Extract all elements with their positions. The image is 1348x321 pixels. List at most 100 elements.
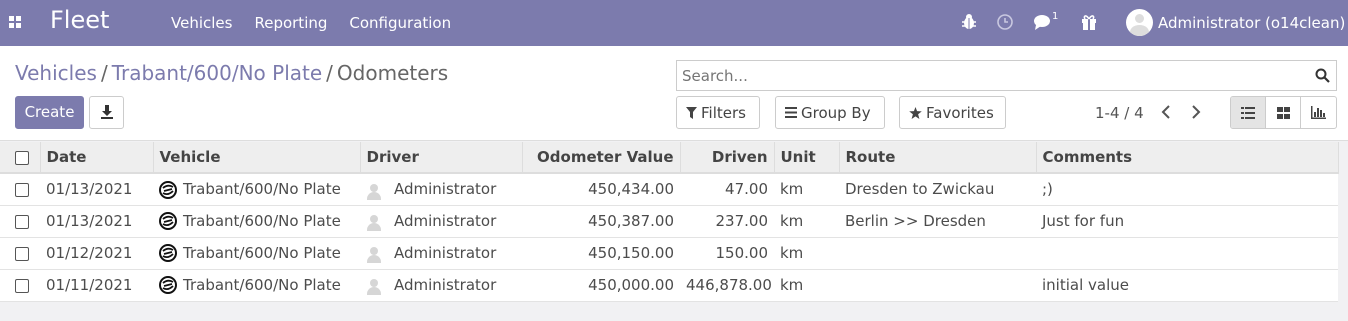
odometer-value-cell[interactable]: 450,434.00 xyxy=(522,173,680,206)
odometer-list: Date Vehicle Driver Odometer Value Drive… xyxy=(0,142,1339,302)
driver-cell[interactable]: Administrator xyxy=(360,173,522,206)
driver-avatar-icon xyxy=(366,244,382,264)
comments-cell[interactable]: ;) xyxy=(1036,173,1338,206)
debug-bug-icon[interactable] xyxy=(960,13,978,31)
pager-next-icon[interactable] xyxy=(1190,104,1202,120)
odometer-value-cell[interactable]: 450,000.00 xyxy=(522,269,680,302)
column-header-driver[interactable]: Driver xyxy=(360,142,523,174)
pager-previous-icon[interactable] xyxy=(1160,104,1172,120)
export-button[interactable] xyxy=(89,96,124,129)
favorites-button[interactable]: Favorites xyxy=(899,96,1006,129)
breadcrumb-separator: / xyxy=(326,61,333,85)
menu-configuration[interactable]: Configuration xyxy=(349,14,451,32)
search-icon[interactable] xyxy=(1315,68,1330,83)
breadcrumb-separator: / xyxy=(100,61,108,85)
date-cell[interactable]: 01/12/2021 xyxy=(40,237,153,270)
messages-chat-icon[interactable] xyxy=(1033,13,1051,31)
driven-cell[interactable]: 237.00 xyxy=(680,205,774,238)
odometer-value-cell[interactable]: 450,387.00 xyxy=(522,205,680,238)
group-by-label: Group By xyxy=(801,103,871,122)
breadcrumb-vehicles[interactable]: Vehicles xyxy=(15,61,97,85)
list-view-icon xyxy=(1241,106,1255,119)
select-all-cell xyxy=(0,142,41,174)
unit-cell[interactable]: km xyxy=(774,205,839,238)
driver-name: Administrator xyxy=(394,275,497,294)
route-cell[interactable] xyxy=(839,237,1036,270)
search-bar xyxy=(676,60,1337,91)
driver-name: Administrator xyxy=(394,180,497,198)
activity-clock-icon[interactable] xyxy=(996,13,1014,31)
table-row[interactable]: 01/12/2021 Trabant/600/No Plate Administ… xyxy=(0,237,1338,270)
row-checkbox[interactable] xyxy=(15,278,29,293)
row-checkbox[interactable] xyxy=(15,182,29,197)
driven-cell[interactable]: 47.00 xyxy=(680,173,774,206)
odometer-value-cell[interactable]: 450,150.00 xyxy=(522,237,680,270)
driver-cell[interactable]: Administrator xyxy=(360,237,522,270)
column-header-route[interactable]: Route xyxy=(839,142,1037,174)
filter-icon xyxy=(686,106,697,119)
row-select-cell xyxy=(0,269,40,302)
row-select-cell xyxy=(0,237,40,270)
row-checkbox[interactable] xyxy=(15,246,29,261)
vehicle-name: Trabant/600/No Plate xyxy=(183,211,341,230)
pager-value[interactable]: 1-4 / 4 xyxy=(1095,104,1144,122)
group-by-button[interactable]: Group By xyxy=(775,96,885,129)
column-header-driven[interactable]: Driven xyxy=(680,142,775,174)
search-input[interactable] xyxy=(677,61,1297,90)
vehicle-cell[interactable]: Trabant/600/No Plate xyxy=(153,269,360,302)
list-bars-icon xyxy=(785,107,797,118)
top-navbar: Fleet Vehicles Reporting Configuration 1… xyxy=(0,0,1348,46)
driver-cell[interactable]: Administrator xyxy=(360,269,522,302)
driven-cell[interactable]: 150.00 xyxy=(680,237,774,270)
table-row[interactable]: 01/13/2021 Trabant/600/No Plate Administ… xyxy=(0,173,1338,206)
create-button[interactable]: Create xyxy=(15,96,84,129)
vehicle-cell[interactable]: Trabant/600/No Plate xyxy=(153,237,360,270)
comments-cell[interactable]: initial value xyxy=(1036,269,1338,302)
list-view-button[interactable] xyxy=(1231,97,1266,128)
unit-cell[interactable]: km xyxy=(774,173,839,206)
messages-count-badge: 1 xyxy=(1052,11,1059,22)
app-title[interactable]: Fleet xyxy=(50,6,109,34)
row-checkbox[interactable] xyxy=(15,214,29,229)
date-cell[interactable]: 01/13/2021 xyxy=(40,205,153,238)
graph-view-button[interactable] xyxy=(1301,97,1336,128)
download-icon xyxy=(101,105,113,119)
menu-reporting[interactable]: Reporting xyxy=(254,14,327,32)
column-header-date[interactable]: Date xyxy=(40,142,154,174)
bar-chart-icon xyxy=(1311,106,1326,119)
vehicle-brand-logo-icon xyxy=(159,276,177,295)
column-header-comments[interactable]: Comments xyxy=(1036,142,1339,174)
table-row[interactable]: 01/11/2021 Trabant/600/No Plate Administ… xyxy=(0,269,1338,302)
filters-button[interactable]: Filters xyxy=(676,96,760,129)
route-cell[interactable]: Dresden to Zwickau xyxy=(839,173,1036,206)
vehicle-cell[interactable]: Trabant/600/No Plate xyxy=(153,173,360,206)
vehicle-name: Trabant/600/No Plate xyxy=(183,243,341,262)
comments-cell[interactable]: Just for fun xyxy=(1036,205,1338,238)
menu-vehicles[interactable]: Vehicles xyxy=(171,14,232,32)
kanban-view-icon xyxy=(1276,106,1290,119)
kanban-view-button[interactable] xyxy=(1266,97,1301,128)
breadcrumb-vehicle[interactable]: Trabant/600/No Plate xyxy=(112,61,322,85)
driver-cell[interactable]: Administrator xyxy=(360,205,522,238)
select-all-checkbox[interactable] xyxy=(15,150,29,165)
date-cell[interactable]: 01/13/2021 xyxy=(40,173,153,206)
comments-cell[interactable] xyxy=(1036,237,1338,270)
vehicle-brand-logo-icon xyxy=(159,212,177,231)
unit-cell[interactable]: km xyxy=(774,237,839,270)
route-cell[interactable] xyxy=(839,269,1036,302)
apps-menu-icon[interactable] xyxy=(9,16,22,28)
column-header-odometer-value[interactable]: Odometer Value xyxy=(522,142,681,174)
vehicle-cell[interactable]: Trabant/600/No Plate xyxy=(153,205,360,238)
row-select-cell xyxy=(0,205,40,238)
gift-icon[interactable] xyxy=(1080,13,1098,31)
route-cell[interactable]: Berlin >> Dresden xyxy=(839,205,1036,238)
driven-cell[interactable]: 446,878.00 xyxy=(680,269,774,302)
table-row[interactable]: 01/13/2021 Trabant/600/No Plate Administ… xyxy=(0,205,1338,238)
user-avatar[interactable] xyxy=(1126,9,1153,36)
vehicle-name: Trabant/600/No Plate xyxy=(183,275,341,294)
user-menu[interactable]: Administrator (o14clean) xyxy=(1158,14,1345,32)
column-header-vehicle[interactable]: Vehicle xyxy=(153,142,361,174)
date-cell[interactable]: 01/11/2021 xyxy=(40,269,153,302)
unit-cell[interactable]: km xyxy=(774,269,839,302)
column-header-unit[interactable]: Unit xyxy=(774,142,840,174)
